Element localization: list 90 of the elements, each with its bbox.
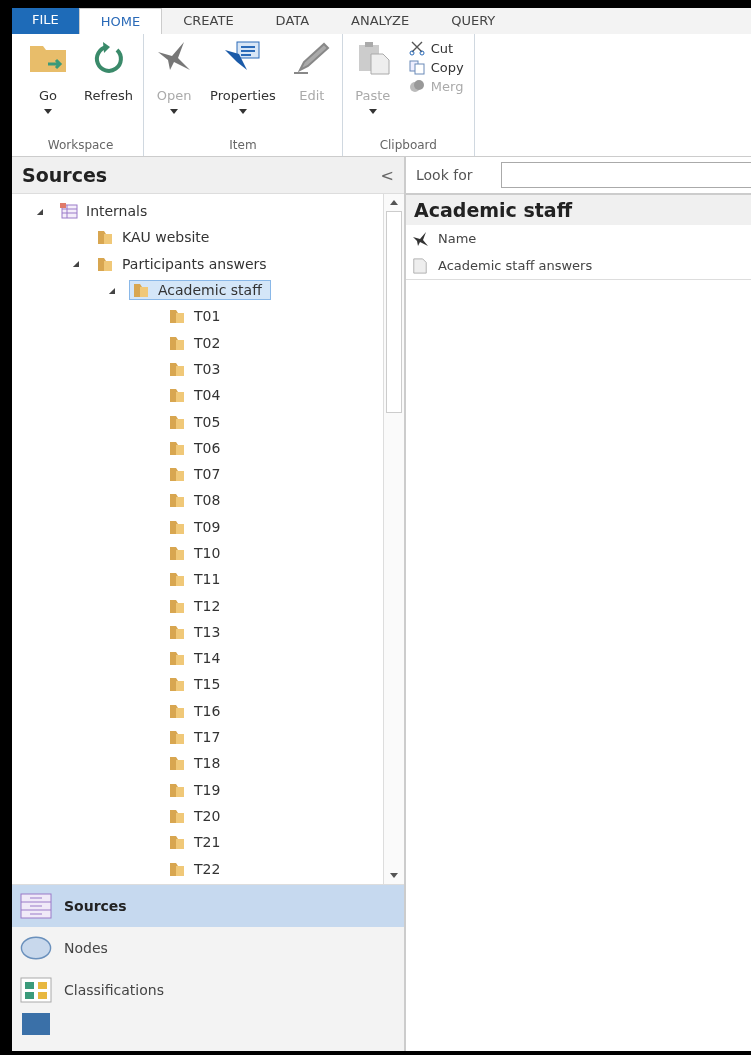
folder-icon — [168, 308, 186, 325]
folder-icon — [168, 439, 186, 456]
navigation-item[interactable]: Sources — [12, 885, 404, 927]
folder-icon — [168, 650, 186, 667]
folder-icon — [132, 282, 150, 299]
folder-icon — [168, 492, 186, 509]
tree-item[interactable]: Participants answers — [93, 253, 276, 274]
sources-icon — [20, 893, 52, 919]
folder-icon — [168, 413, 186, 430]
tree-item[interactable]: T18 — [165, 753, 230, 774]
tree-item[interactable]: T08 — [165, 490, 230, 511]
folder-icon — [96, 255, 114, 272]
circle-icon — [20, 935, 52, 961]
tree-item[interactable]: Academic staff — [129, 280, 271, 301]
table-icon — [60, 203, 78, 220]
scrollbar-thumb[interactable] — [386, 211, 402, 413]
tree-item[interactable]: T16 — [165, 700, 230, 721]
column-header[interactable]: Name — [438, 231, 477, 246]
folder-icon — [168, 623, 186, 640]
folder-icon — [96, 229, 114, 246]
tree-item[interactable]: T04 — [165, 385, 230, 406]
tree-item[interactable]: T09 — [165, 516, 230, 537]
search-field[interactable] — [500, 162, 751, 188]
folder-icon — [168, 807, 186, 824]
folder-icon — [168, 702, 186, 719]
tree-item[interactable]: T10 — [165, 543, 230, 563]
ribbon-tab[interactable]: ANALYZE — [330, 8, 431, 34]
folder-icon — [168, 834, 186, 851]
grid-icon — [20, 977, 52, 1003]
folder-icon — [168, 571, 186, 588]
folder-icon — [168, 387, 186, 404]
tree-item[interactable]: T11 — [165, 569, 230, 590]
pencil-icon — [291, 40, 332, 76]
copy-icon — [408, 59, 425, 75]
table-cell[interactable]: Academic staff answers — [438, 258, 593, 273]
group-label: Item — [228, 138, 258, 154]
tree-item[interactable]: T03 — [165, 358, 230, 379]
tree-item[interactable]: T12 — [165, 595, 230, 616]
merge-icon — [408, 78, 425, 94]
tree-item[interactable]: T21 — [165, 832, 230, 853]
folder-icon — [168, 466, 186, 483]
ribbon-tab[interactable]: FILE — [12, 8, 79, 34]
tree-item[interactable]: T01 — [165, 306, 230, 327]
folder-icon — [168, 360, 186, 377]
folder-icon — [168, 518, 186, 535]
ribbon-tab[interactable]: DATA — [254, 8, 331, 34]
tree-item[interactable]: T05 — [165, 411, 230, 432]
folder-icon — [168, 334, 186, 351]
scroll-up-icon[interactable] — [390, 200, 398, 205]
folder-icon — [168, 755, 186, 772]
folder-icon — [168, 545, 186, 561]
tree-item[interactable]: T17 — [165, 727, 230, 748]
expand-arrow-icon[interactable] — [108, 286, 115, 294]
ribbon-button[interactable]: Go — [28, 34, 68, 138]
tree-item[interactable]: T13 — [165, 621, 230, 642]
folder-icon — [168, 676, 186, 693]
expand-arrow-icon[interactable] — [36, 207, 43, 215]
tree-item[interactable]: T19 — [165, 779, 230, 800]
document-icon — [412, 257, 428, 274]
navigation-item[interactable]: Nodes — [12, 927, 404, 969]
collapse-button[interactable]: < — [376, 165, 398, 185]
tree-item[interactable]: KAU website — [93, 227, 219, 248]
navigation-item[interactable]: Classifications — [12, 969, 404, 1011]
tree-item[interactable]: T07 — [165, 464, 230, 485]
group-label: Clipboard — [378, 138, 438, 154]
ribbon-tab[interactable]: QUERY — [430, 8, 517, 34]
tree-item[interactable]: T22 — [165, 858, 230, 879]
expand-arrow-icon[interactable] — [72, 260, 79, 268]
ribbon-tab[interactable]: CREATE — [162, 8, 255, 34]
ribbon-button[interactable]: Refresh — [84, 34, 134, 138]
ribbon-button[interactable]: Properties — [210, 34, 276, 138]
folder-title: Academic staff — [406, 195, 751, 225]
folder-icon — [168, 860, 186, 877]
scissors-icon — [408, 40, 425, 56]
ribbon-tab[interactable]: HOME — [78, 8, 163, 34]
folder-icon — [168, 781, 186, 798]
panel-title: Sources — [22, 164, 108, 186]
ribbon-button[interactable]: Copy — [408, 59, 464, 75]
tree-item[interactable]: T06 — [165, 437, 230, 458]
search-label: Look for — [416, 167, 473, 183]
tree-item[interactable]: Internals — [57, 201, 157, 222]
folder-icon — [168, 597, 186, 614]
tree-item[interactable]: T14 — [165, 648, 230, 669]
group-label: Workspace — [46, 138, 115, 154]
scroll-down-icon[interactable] — [390, 873, 398, 878]
tree-item[interactable]: T15 — [165, 674, 230, 695]
ribbon-button[interactable]: Cut — [408, 40, 464, 56]
tree-item[interactable]: T20 — [165, 805, 230, 826]
folder-icon — [168, 729, 186, 746]
tree-item[interactable]: T02 — [165, 332, 230, 353]
